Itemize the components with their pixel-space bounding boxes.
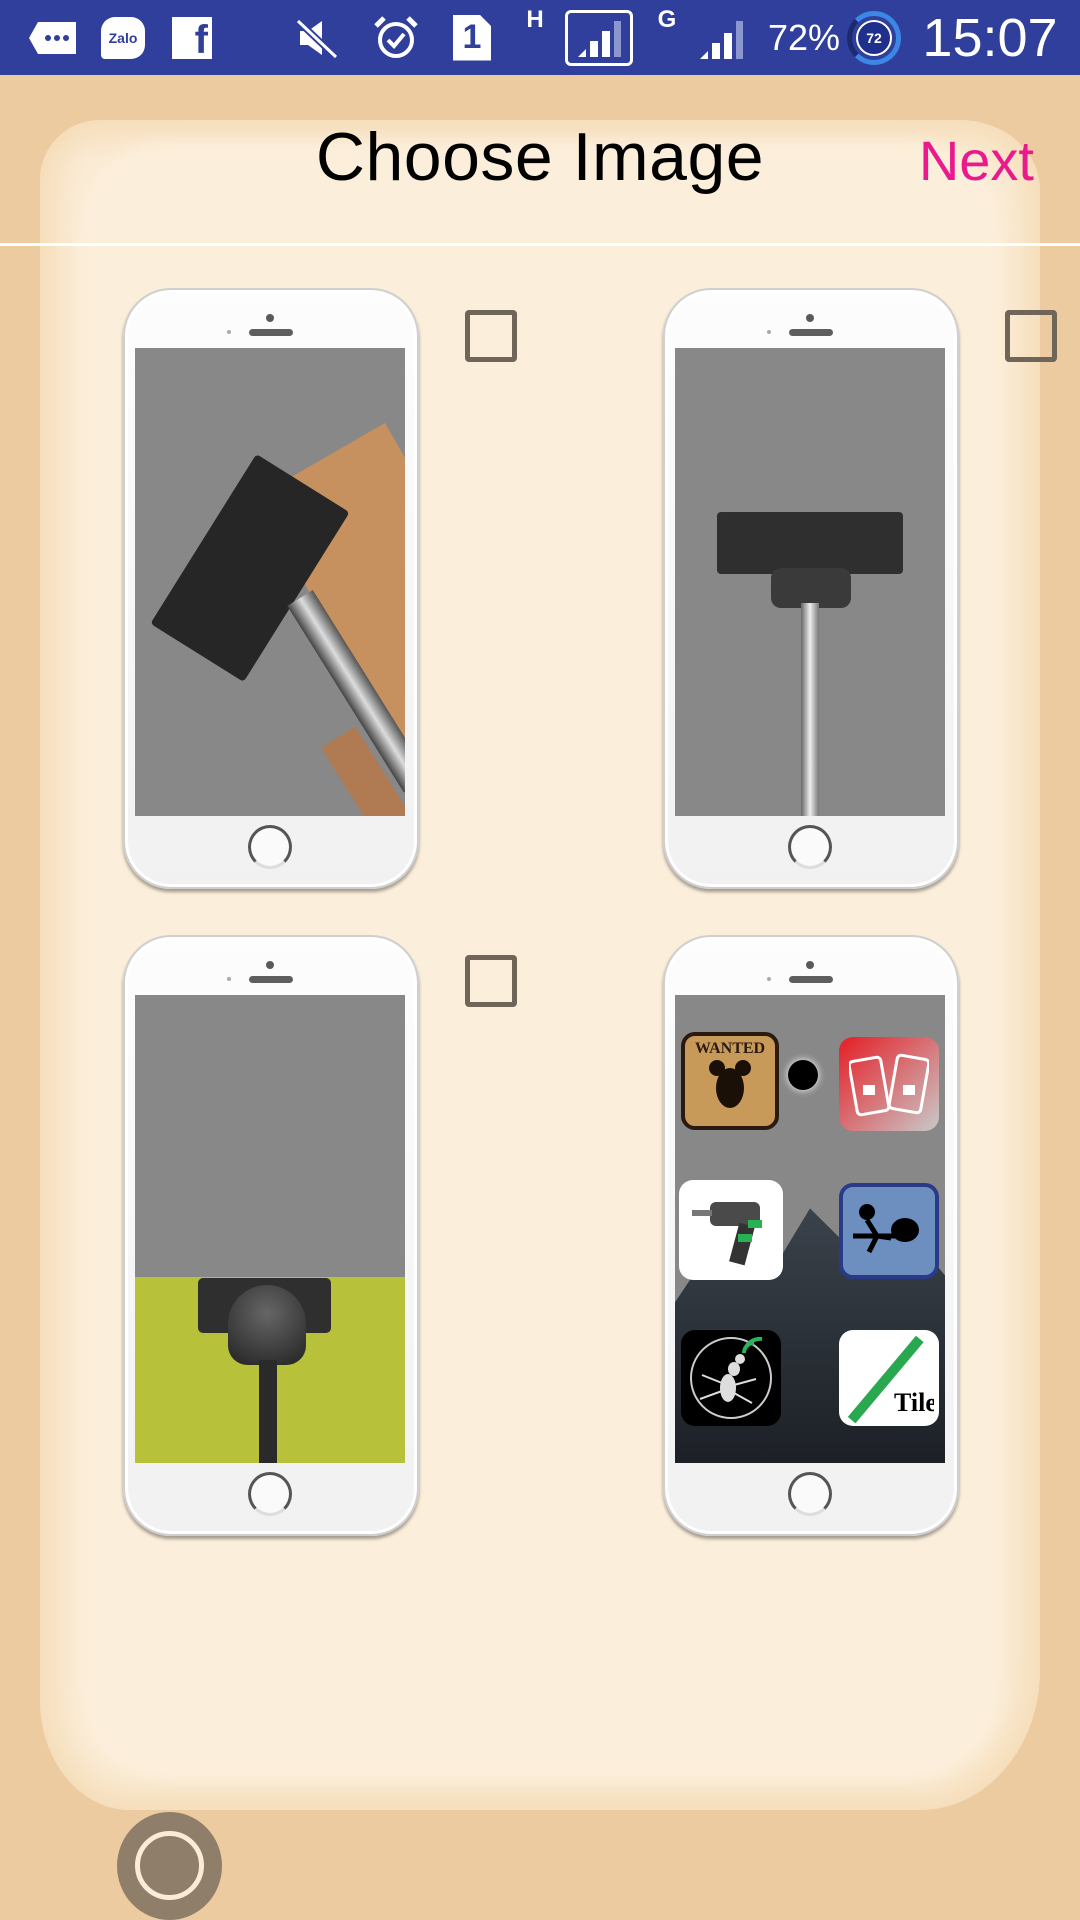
image-thumbnail <box>135 995 405 1463</box>
sim1-icon: 1 <box>452 0 492 75</box>
vacuum-neck <box>771 568 851 608</box>
vacuum-tube <box>801 603 819 816</box>
vacuum-head <box>228 1285 306 1365</box>
drill-icon <box>679 1180 783 1280</box>
floating-action-button[interactable] <box>117 1812 222 1920</box>
image-option-4[interactable]: WANTED Tilex <box>663 935 959 1536</box>
image-option-3[interactable] <box>123 935 419 1536</box>
header-divider <box>0 243 1080 246</box>
phone-camera-icon <box>266 314 274 322</box>
eclipse-icon <box>788 1060 818 1090</box>
ant-signal-icon <box>681 1330 781 1426</box>
wanted-rat-icon: WANTED <box>681 1032 779 1130</box>
phone-camera-icon <box>266 961 274 969</box>
facebook-icon: f <box>172 0 212 75</box>
vacuum-tube <box>259 1360 277 1463</box>
phone-camera-icon <box>806 314 814 322</box>
phone-sensor <box>767 330 771 334</box>
phone-home-button <box>788 825 832 869</box>
phone-speaker <box>249 976 293 983</box>
image-option-1[interactable] <box>123 288 419 889</box>
sim-label: 1 <box>462 18 482 56</box>
signal-icon <box>696 0 746 75</box>
image-thumbnail: WANTED Tilex <box>675 995 945 1463</box>
phone-home-button <box>248 1472 292 1516</box>
phone-sensor <box>767 977 771 981</box>
svg-text:Tilex: Tilex <box>894 1388 934 1417</box>
signal-icon <box>563 0 635 75</box>
clock: 15:07 <box>922 7 1058 68</box>
zalo-icon: Zalo <box>100 0 146 75</box>
network-h: H <box>526 6 544 33</box>
next-button[interactable]: Next <box>919 128 1034 193</box>
mute-icon <box>294 0 340 75</box>
network-g: G <box>657 6 677 33</box>
phone-speaker <box>789 329 833 336</box>
pocket-stickman-icon <box>839 1183 939 1279</box>
image-3-checkbox[interactable] <box>465 955 517 1007</box>
image-thumbnail <box>675 348 945 816</box>
phone-home-button <box>248 825 292 869</box>
image-2-checkbox[interactable] <box>1005 310 1057 362</box>
image-option-2[interactable] <box>663 288 959 889</box>
image-1-checkbox[interactable] <box>465 310 517 362</box>
phone-sensor <box>227 330 231 334</box>
image-thumbnail <box>135 348 405 816</box>
messages-icon <box>28 0 80 75</box>
facebook-label: f <box>194 17 208 62</box>
phone-lock-icon <box>839 1037 939 1131</box>
wanted-label: WANTED <box>694 1040 766 1057</box>
phone-speaker <box>249 329 293 336</box>
battery-percent: 72% <box>767 16 841 58</box>
phone-speaker <box>789 976 833 983</box>
battery-badge-icon: 72 <box>845 0 903 75</box>
battery-badge-label: 72 <box>866 29 882 46</box>
zalo-label: Zalo <box>108 29 138 46</box>
circle-icon <box>135 1831 204 1900</box>
level-ruler-icon: Tilex <box>839 1330 939 1426</box>
status-bar: Zalo f 1 H G 72% 72 15:07 <box>0 0 1080 75</box>
phone-home-button <box>788 1472 832 1516</box>
alarm-icon <box>372 0 420 75</box>
phone-camera-icon <box>806 961 814 969</box>
phone-sensor <box>227 977 231 981</box>
vacuum-nozzle <box>717 512 903 574</box>
